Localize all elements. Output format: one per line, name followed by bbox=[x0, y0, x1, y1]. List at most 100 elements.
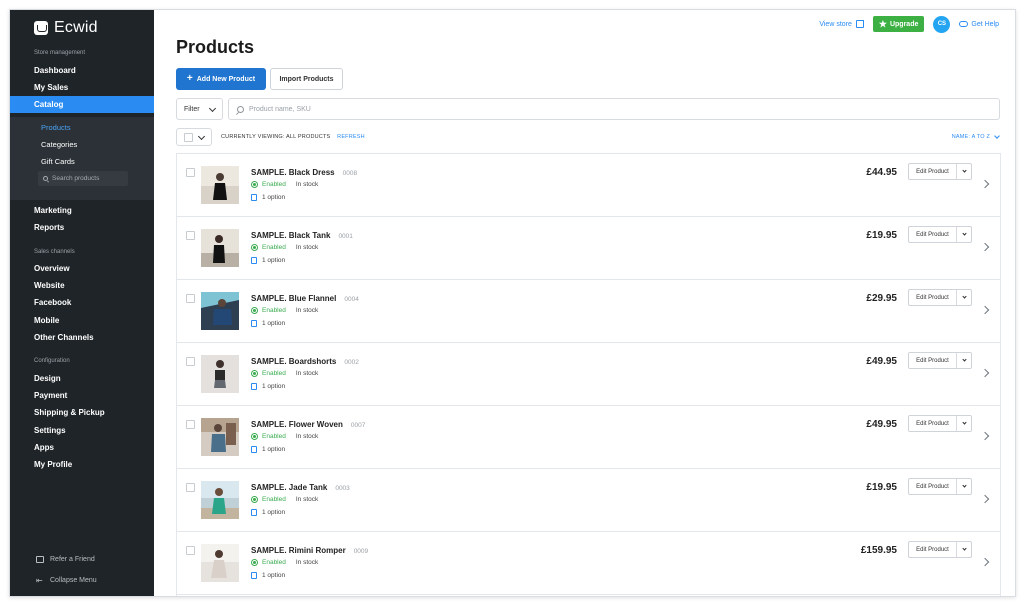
edit-product-button[interactable]: Edit Product bbox=[908, 415, 972, 432]
product-thumbnail[interactable] bbox=[201, 544, 239, 582]
select-all-checkbox[interactable] bbox=[184, 132, 193, 142]
edit-product-button[interactable]: Edit Product bbox=[908, 541, 972, 558]
sidebar-item-shipping-pickup[interactable]: Shipping & Pickup bbox=[34, 408, 105, 417]
sidebar-item-reports[interactable]: Reports bbox=[34, 223, 64, 232]
product-checkbox[interactable] bbox=[186, 483, 195, 492]
sidebar-item-marketing[interactable]: Marketing bbox=[34, 206, 72, 215]
sidebar-subitem-categories[interactable]: Categories bbox=[41, 140, 77, 149]
product-name[interactable]: SAMPLE. Flower Woven 0007 bbox=[251, 420, 365, 429]
stock-status: In stock bbox=[295, 496, 319, 503]
stock-status: In stock bbox=[295, 181, 319, 188]
sidebar-item-mobile[interactable]: Mobile bbox=[34, 316, 59, 325]
product-thumbnail[interactable] bbox=[201, 355, 239, 393]
sidebar-item-design[interactable]: Design bbox=[34, 374, 61, 383]
chevron-right-icon[interactable] bbox=[980, 305, 990, 315]
product-checkbox[interactable] bbox=[186, 420, 195, 429]
product-checkbox[interactable] bbox=[186, 546, 195, 555]
sidebar-item-other-channels[interactable]: Other Channels bbox=[34, 333, 94, 342]
chevron-right-icon[interactable] bbox=[980, 368, 990, 378]
product-checkbox[interactable] bbox=[186, 231, 195, 240]
filter-label: Filter bbox=[184, 105, 200, 113]
sidebar-item-settings[interactable]: Settings bbox=[34, 426, 66, 435]
product-thumbnail[interactable] bbox=[201, 481, 239, 519]
edit-product-menu[interactable] bbox=[957, 227, 971, 242]
product-name[interactable]: SAMPLE. Black Dress 0008 bbox=[251, 168, 357, 177]
sidebar-item-apps[interactable]: Apps bbox=[34, 443, 54, 452]
sidebar-item-facebook[interactable]: Facebook bbox=[34, 298, 71, 307]
chevron-down-icon bbox=[961, 483, 967, 488]
edit-product-label[interactable]: Edit Product bbox=[909, 164, 957, 179]
get-help-link[interactable]: Get Help bbox=[959, 21, 999, 28]
product-thumbnail[interactable] bbox=[201, 229, 239, 267]
copy-icon bbox=[251, 509, 257, 516]
edit-product-label[interactable]: Edit Product bbox=[909, 227, 957, 242]
product-thumbnail[interactable] bbox=[201, 292, 239, 330]
chevron-right-icon[interactable] bbox=[980, 179, 990, 189]
edit-product-menu[interactable] bbox=[957, 416, 971, 431]
product-checkbox[interactable] bbox=[186, 168, 195, 177]
edit-product-menu[interactable] bbox=[957, 164, 971, 179]
product-row[interactable]: SAMPLE. Black Tank 0001 Enabled In stock 1… bbox=[177, 217, 1000, 280]
sort-dropdown[interactable]: NAME: A TO Z bbox=[952, 133, 1000, 140]
product-thumbnail[interactable] bbox=[201, 166, 239, 204]
edit-product-menu[interactable] bbox=[957, 542, 971, 557]
product-name[interactable]: SAMPLE. Jade Tank 0003 bbox=[251, 483, 350, 492]
sidebar-subitem-products[interactable]: Products bbox=[41, 123, 71, 132]
refer-a-friend-link[interactable]: Refer a Friend bbox=[36, 556, 95, 563]
edit-product-label[interactable]: Edit Product bbox=[909, 290, 957, 305]
product-name[interactable]: SAMPLE. Rimini Romper 0009 bbox=[251, 546, 368, 555]
edit-product-menu[interactable] bbox=[957, 479, 971, 494]
view-store-link[interactable]: View store bbox=[819, 20, 864, 28]
product-name[interactable]: SAMPLE. Blue Flannel 0004 bbox=[251, 294, 359, 303]
logo[interactable]: Ecwid bbox=[34, 19, 98, 37]
chevron-right-icon[interactable] bbox=[980, 242, 990, 252]
product-row[interactable]: SAMPLE. Black Dress 0008 Enabled In stock … bbox=[177, 154, 1000, 217]
sidebar-subitem-gift-cards[interactable]: Gift Cards bbox=[41, 157, 75, 166]
edit-product-button[interactable]: Edit Product bbox=[908, 478, 972, 495]
get-help-label: Get Help bbox=[971, 20, 999, 28]
product-checkbox[interactable] bbox=[186, 357, 195, 366]
edit-product-button[interactable]: Edit Product bbox=[908, 163, 972, 180]
import-products-button[interactable]: Import Products bbox=[270, 68, 343, 90]
edit-product-menu[interactable] bbox=[957, 290, 971, 305]
edit-product-label[interactable]: Edit Product bbox=[909, 353, 957, 368]
edit-product-label[interactable]: Edit Product bbox=[909, 542, 957, 557]
product-checkbox[interactable] bbox=[186, 294, 195, 303]
select-all-dropdown[interactable] bbox=[176, 128, 212, 146]
edit-product-label[interactable]: Edit Product bbox=[909, 416, 957, 431]
sidebar-item-payment[interactable]: Payment bbox=[34, 391, 67, 400]
logo-text: Ecwid bbox=[54, 19, 98, 36]
sidebar-item-overview[interactable]: Overview bbox=[34, 264, 70, 273]
edit-product-button[interactable]: Edit Product bbox=[908, 352, 972, 369]
chevron-down-icon bbox=[961, 294, 967, 299]
product-name[interactable]: SAMPLE. Boardshorts 0002 bbox=[251, 357, 359, 366]
product-name[interactable]: SAMPLE. Black Tank 0001 bbox=[251, 231, 353, 240]
product-row[interactable]: SAMPLE. Jade Tank 0003 Enabled In stock 1 … bbox=[177, 469, 1000, 532]
edit-product-menu[interactable] bbox=[957, 353, 971, 368]
sidebar-item-my-sales[interactable]: My Sales bbox=[34, 83, 68, 92]
sidebar-item-website[interactable]: Website bbox=[34, 281, 65, 290]
chevron-right-icon[interactable] bbox=[980, 431, 990, 441]
sidebar-item-dashboard[interactable]: Dashboard bbox=[34, 66, 76, 75]
sidebar-item-my-profile[interactable]: My Profile bbox=[34, 460, 72, 469]
product-thumbnail[interactable] bbox=[201, 418, 239, 456]
sidebar-search-field[interactable]: Search products bbox=[38, 171, 128, 186]
edit-product-button[interactable]: Edit Product bbox=[908, 226, 972, 243]
upgrade-button[interactable]: ★ Upgrade bbox=[872, 16, 925, 32]
filter-dropdown[interactable]: Filter bbox=[176, 98, 223, 120]
refresh-link[interactable]: REFRESH bbox=[337, 134, 365, 140]
edit-product-label[interactable]: Edit Product bbox=[909, 479, 957, 494]
product-status: Enabled In stock bbox=[251, 307, 318, 314]
product-row[interactable]: SAMPLE. Flower Woven 0007 Enabled In stock… bbox=[177, 406, 1000, 469]
add-new-product-button[interactable]: + Add New Product bbox=[176, 68, 266, 90]
product-row[interactable]: SAMPLE. Blue Flannel 0004 Enabled In stock… bbox=[177, 280, 1000, 343]
chevron-right-icon[interactable] bbox=[980, 557, 990, 567]
sidebar-item-catalog[interactable]: Catalog bbox=[10, 96, 154, 113]
edit-product-button[interactable]: Edit Product bbox=[908, 289, 972, 306]
product-row[interactable]: SAMPLE. Boardshorts 0002 Enabled In stock … bbox=[177, 343, 1000, 406]
chevron-right-icon[interactable] bbox=[980, 494, 990, 504]
user-avatar[interactable]: CS bbox=[933, 15, 951, 33]
product-row[interactable]: SAMPLE. Rimini Romper 0009 Enabled In stoc… bbox=[177, 532, 1000, 595]
product-search-input[interactable]: Product name, SKU bbox=[228, 98, 1000, 120]
collapse-menu-button[interactable]: ⇤ Collapse Menu bbox=[36, 577, 97, 585]
